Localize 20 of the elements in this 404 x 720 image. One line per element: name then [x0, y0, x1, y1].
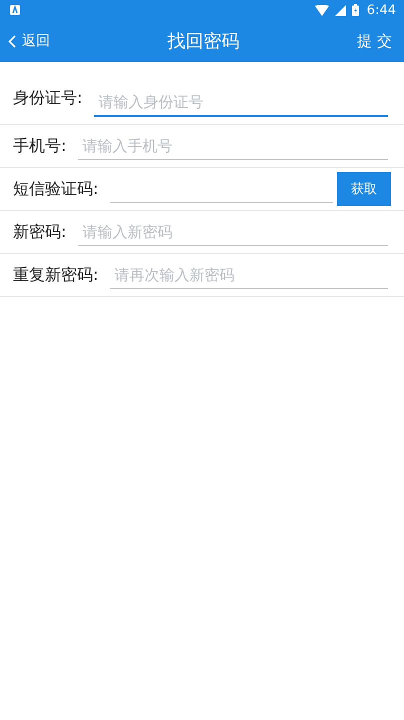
battery-icon	[352, 4, 359, 16]
field-label: 短信验证码:	[13, 178, 98, 200]
chevron-left-icon	[8, 34, 16, 48]
field-label: 身份证号:	[13, 88, 82, 108]
notification-icon	[10, 5, 20, 15]
field-label: 重复新密码:	[13, 264, 98, 286]
status-time: 6:44	[366, 2, 396, 18]
input-field[interactable]: 请输入身份证号	[94, 89, 388, 117]
submit-button[interactable]: 提 交	[357, 32, 392, 50]
back-label: 返回	[22, 32, 50, 50]
wifi-icon	[314, 4, 329, 16]
signal-icon	[334, 4, 346, 16]
page-title: 找回密码	[166, 30, 241, 53]
field-label: 新密码:	[13, 222, 66, 242]
get-code-button[interactable]: 获取	[337, 172, 391, 206]
back-button[interactable]: 返回	[8, 32, 50, 50]
input-field[interactable]: 请输入新密码	[78, 219, 388, 246]
field-label: 手机号:	[13, 136, 66, 156]
input-field[interactable]: 请输入手机号	[78, 133, 388, 160]
input-field[interactable]: 请再次输入新密码	[110, 262, 388, 289]
